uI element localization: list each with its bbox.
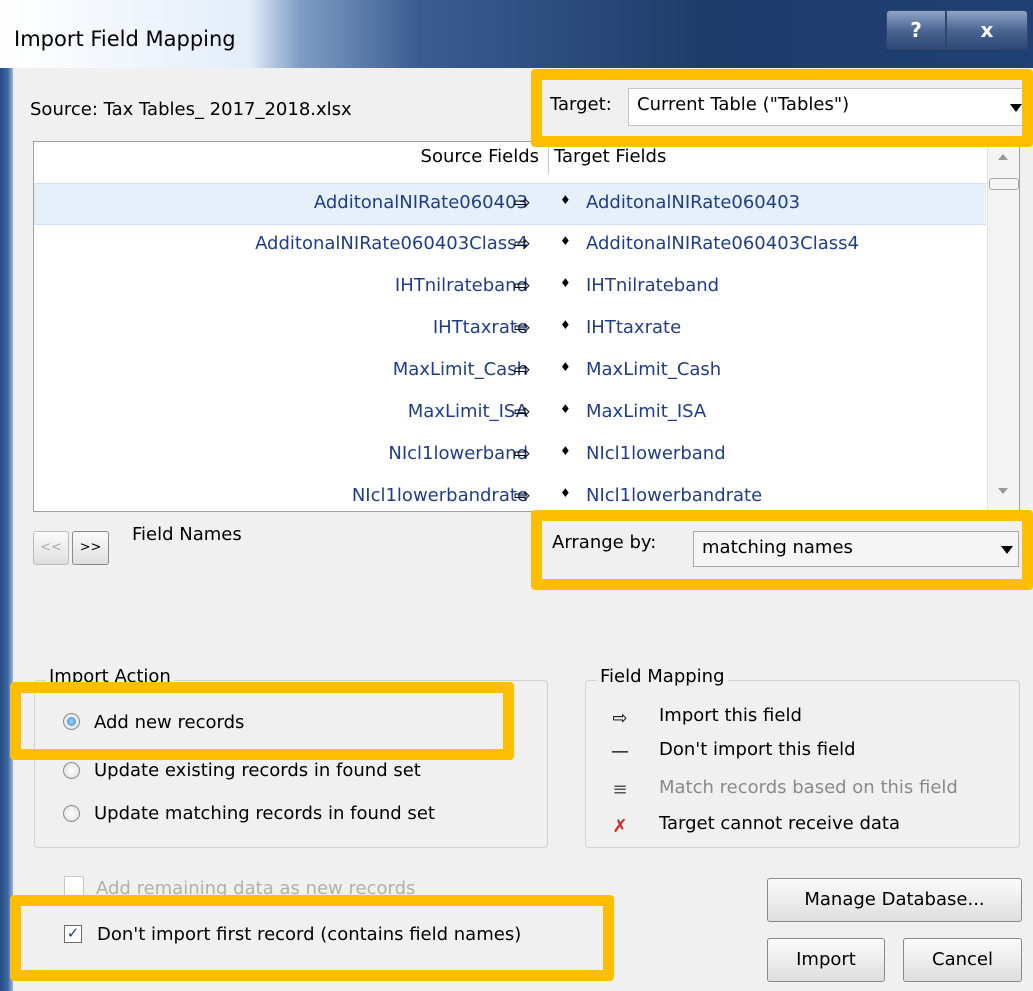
field-row[interactable]: NIcl1lowerbandrate ⇨ ♦ NIcl1lowerbandrat… bbox=[34, 477, 986, 511]
match-diamond-icon[interactable]: ♦ bbox=[560, 360, 571, 374]
target-fields-header[interactable]: Target Fields bbox=[554, 146, 666, 167]
close-button[interactable]: x bbox=[946, 10, 1028, 50]
next-record-button[interactable]: >> bbox=[72, 531, 109, 565]
legend-match-records: Match records based on this field bbox=[659, 777, 958, 798]
import-arrow-icon[interactable]: ⇨ bbox=[514, 190, 531, 214]
target-field-name[interactable]: NIcl1lowerbandrate bbox=[586, 485, 762, 506]
import-arrow-icon[interactable]: ⇨ bbox=[514, 231, 531, 255]
cancel-button[interactable]: Cancel bbox=[903, 938, 1022, 982]
target-dropdown-chevron-icon[interactable] bbox=[1010, 104, 1022, 112]
field-row[interactable]: AdditonalNIRate060403Class4 ⇨ ♦ Additona… bbox=[34, 225, 986, 267]
import-arrow-icon[interactable]: ⇨ bbox=[514, 441, 531, 465]
field-row[interactable]: AdditonalNIRate060403 ⇨ ♦ AdditonalNIRat… bbox=[34, 183, 986, 225]
legend-target-cannot-receive: Target cannot receive data bbox=[659, 813, 900, 834]
field-names-label: Field Names bbox=[132, 524, 242, 545]
import-arrow-icon[interactable]: ⇨ bbox=[514, 483, 531, 507]
match-diamond-icon[interactable]: ♦ bbox=[560, 444, 571, 458]
source-field-name: MaxLimit_Cash bbox=[392, 359, 528, 380]
manage-database-button[interactable]: Manage Database... bbox=[767, 878, 1022, 922]
source-fields-header[interactable]: Source Fields bbox=[34, 146, 539, 167]
target-field-name[interactable]: NIcl1lowerband bbox=[586, 443, 726, 464]
import-button[interactable]: Import bbox=[767, 938, 885, 982]
target-field-name[interactable]: AdditonalNIRate060403Class4 bbox=[586, 233, 859, 254]
add-remaining-checkbox bbox=[64, 876, 84, 896]
field-row[interactable]: IHTnilrateband ⇨ ♦ IHTnilrateband bbox=[34, 267, 986, 309]
source-label: Source: Tax Tables_ 2017_2018.xlsx bbox=[30, 99, 352, 120]
legend-import-field: Import this field bbox=[659, 705, 802, 726]
update-existing-records-radio[interactable] bbox=[63, 762, 80, 779]
source-field-name: AdditonalNIRate060403 bbox=[313, 192, 528, 213]
previous-record-button[interactable]: << bbox=[33, 531, 69, 565]
field-row[interactable]: NIcl1lowerband ⇨ ♦ NIcl1lowerband bbox=[34, 435, 986, 477]
field-mapping-list[interactable]: Source Fields Target Fields AdditonalNIR… bbox=[33, 141, 1020, 512]
arrange-by-label: Arrange by: bbox=[552, 532, 657, 553]
dont-import-first-record-label[interactable]: Don't import first record (contains fiel… bbox=[97, 924, 521, 945]
scroll-up-arrow-icon[interactable] bbox=[998, 154, 1008, 160]
scrollbar-thumb[interactable] bbox=[989, 178, 1019, 190]
source-field-name: AdditonalNIRate060403Class4 bbox=[255, 233, 528, 254]
match-records-icon: ≡ bbox=[612, 779, 628, 800]
match-diamond-icon[interactable]: ♦ bbox=[560, 486, 571, 500]
import-arrow-icon[interactable]: ⇨ bbox=[514, 315, 531, 339]
help-button[interactable]: ? bbox=[886, 10, 946, 50]
scroll-down-arrow-icon[interactable] bbox=[998, 488, 1008, 494]
import-arrow-icon[interactable]: ⇨ bbox=[514, 357, 531, 381]
field-row[interactable]: MaxLimit_ISA ⇨ ♦ MaxLimit_ISA bbox=[34, 393, 986, 435]
target-cannot-receive-icon: ✗ bbox=[612, 816, 628, 837]
field-row[interactable]: IHTtaxrate ⇨ ♦ IHTtaxrate bbox=[34, 309, 986, 351]
import-arrow-icon[interactable]: ⇨ bbox=[514, 399, 531, 423]
arrange-dropdown-chevron-icon[interactable] bbox=[1001, 546, 1013, 554]
import-arrow-icon: ⇨ bbox=[612, 708, 628, 729]
source-field-name: IHTnilrateband bbox=[394, 275, 528, 296]
target-field-name[interactable]: AdditonalNIRate060403 bbox=[586, 192, 800, 213]
update-matching-records-radio[interactable] bbox=[63, 805, 80, 822]
target-field-name[interactable]: IHTtaxrate bbox=[586, 317, 681, 338]
match-diamond-icon[interactable]: ♦ bbox=[560, 402, 571, 416]
source-field-name: MaxLimit_ISA bbox=[407, 401, 528, 422]
dont-import-first-record-checkbox[interactable]: ✓ bbox=[64, 925, 82, 943]
vertical-scrollbar[interactable] bbox=[987, 142, 1019, 511]
import-arrow-icon[interactable]: ⇨ bbox=[514, 273, 531, 297]
header-divider bbox=[548, 144, 549, 174]
add-new-records-label[interactable]: Add new records bbox=[94, 712, 244, 733]
window-title: Import Field Mapping bbox=[14, 27, 236, 51]
field-row[interactable]: MaxLimit_Cash ⇨ ♦ MaxLimit_Cash bbox=[34, 351, 986, 393]
target-field-name[interactable]: IHTnilrateband bbox=[586, 275, 719, 296]
dont-import-dash-icon: — bbox=[611, 741, 629, 762]
source-field-name: NIcl1lowerband bbox=[388, 443, 528, 464]
import-action-title: Import Action bbox=[46, 666, 174, 687]
add-new-records-radio[interactable] bbox=[63, 713, 80, 730]
add-remaining-label: Add remaining data as new records bbox=[96, 878, 416, 899]
update-existing-records-label[interactable]: Update existing records in found set bbox=[94, 760, 421, 781]
target-label: Target: bbox=[550, 94, 612, 115]
arrange-by-value: matching names bbox=[702, 537, 853, 558]
field-mapping-title: Field Mapping bbox=[597, 666, 728, 687]
target-table-value: Current Table ("Tables") bbox=[637, 94, 850, 115]
target-field-name[interactable]: MaxLimit_ISA bbox=[586, 401, 706, 422]
legend-dont-import-field: Don't import this field bbox=[659, 739, 856, 760]
match-diamond-icon[interactable]: ♦ bbox=[560, 234, 571, 248]
update-matching-records-label[interactable]: Update matching records in found set bbox=[94, 803, 435, 824]
window-left-edge bbox=[0, 68, 13, 991]
target-field-name[interactable]: MaxLimit_Cash bbox=[586, 359, 721, 380]
match-diamond-icon[interactable]: ♦ bbox=[560, 318, 571, 332]
match-diamond-icon[interactable]: ♦ bbox=[560, 193, 571, 207]
match-diamond-icon[interactable]: ♦ bbox=[560, 276, 571, 290]
source-field-name: NIcl1lowerbandrate bbox=[351, 485, 528, 506]
